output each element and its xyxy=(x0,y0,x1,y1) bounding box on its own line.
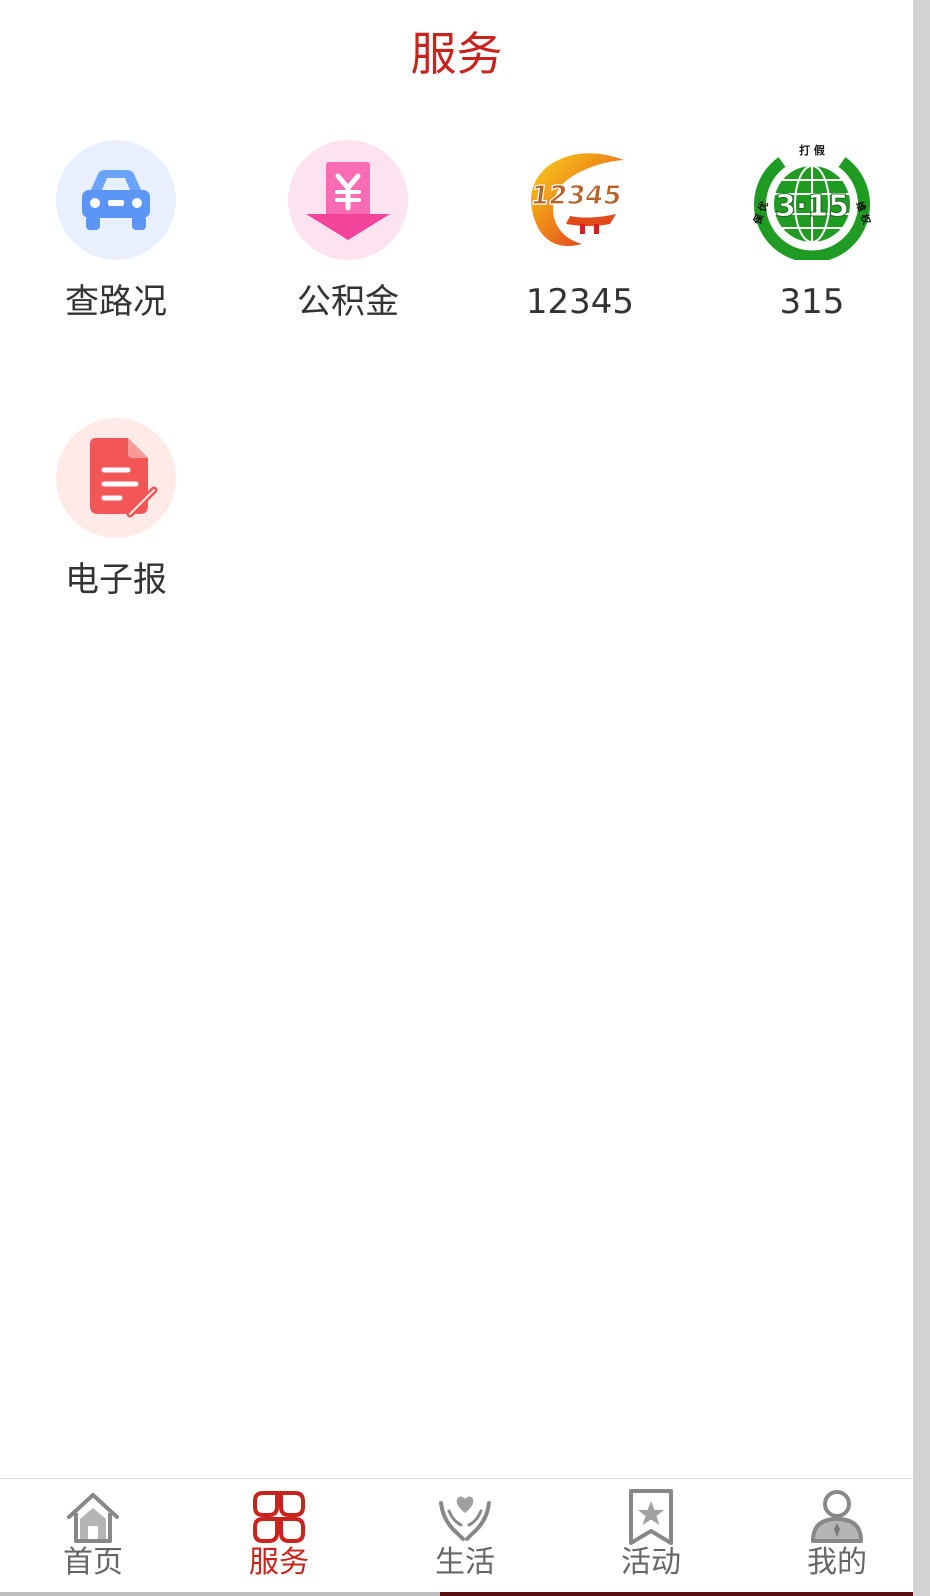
car-icon xyxy=(56,140,176,260)
e-newspaper-icon xyxy=(56,418,176,538)
bottom-strip-accent xyxy=(440,1592,913,1596)
tab-life[interactable]: 生活 xyxy=(372,1479,558,1593)
hotline-12345-logo: 12345 xyxy=(528,153,624,246)
service-traffic[interactable]: 查路况 xyxy=(0,140,232,360)
service-e-newspaper[interactable]: 电子报 xyxy=(0,418,232,638)
consumer-rights-315-logo: 3·15 打 假 保 优 维 权 xyxy=(752,143,872,260)
yuan-fund-icon xyxy=(288,140,408,260)
tab-home[interactable]: 首页 xyxy=(0,1479,186,1593)
service-label: 公积金 xyxy=(297,282,399,322)
tab-mine[interactable]: 我的 xyxy=(744,1479,930,1593)
bottom-tab-bar: 首页 服务 生活 活动 我的 xyxy=(0,1478,913,1593)
user-icon xyxy=(811,1490,863,1543)
tab-label: 生活 xyxy=(435,1545,495,1580)
tab-services[interactable]: 服务 xyxy=(186,1479,372,1593)
svg-text:12345: 12345 xyxy=(529,181,624,211)
star-bookmark-icon xyxy=(629,1489,673,1545)
heart-hands-icon xyxy=(439,1496,491,1541)
logo-315-center: 3·15 xyxy=(775,189,849,224)
service-housing-fund[interactable]: 公积金 xyxy=(232,140,464,360)
home-icon xyxy=(67,1493,119,1543)
tab-label: 首页 xyxy=(63,1545,123,1580)
tab-label: 我的 xyxy=(807,1545,867,1580)
logo-315-top: 打 假 xyxy=(799,143,826,157)
tab-label: 服务 xyxy=(249,1545,309,1580)
service-label: 查路况 xyxy=(65,282,167,322)
service-label: 315 xyxy=(779,282,845,322)
service-label: 12345 xyxy=(525,282,635,322)
service-consumer-315[interactable]: 3·15 打 假 保 优 维 权 315 xyxy=(696,140,928,360)
bottom-strip xyxy=(0,1592,913,1596)
services-grid: 查路况 公积金 12345 12345 3·15 打 假 保 优 维 权 315… xyxy=(0,0,913,620)
service-label: 电子报 xyxy=(65,560,167,600)
tab-activity[interactable]: 活动 xyxy=(558,1479,744,1593)
service-hotline-12345[interactable]: 12345 12345 xyxy=(464,140,696,360)
services-grid-icon xyxy=(253,1491,305,1543)
tab-label: 活动 xyxy=(621,1545,681,1580)
